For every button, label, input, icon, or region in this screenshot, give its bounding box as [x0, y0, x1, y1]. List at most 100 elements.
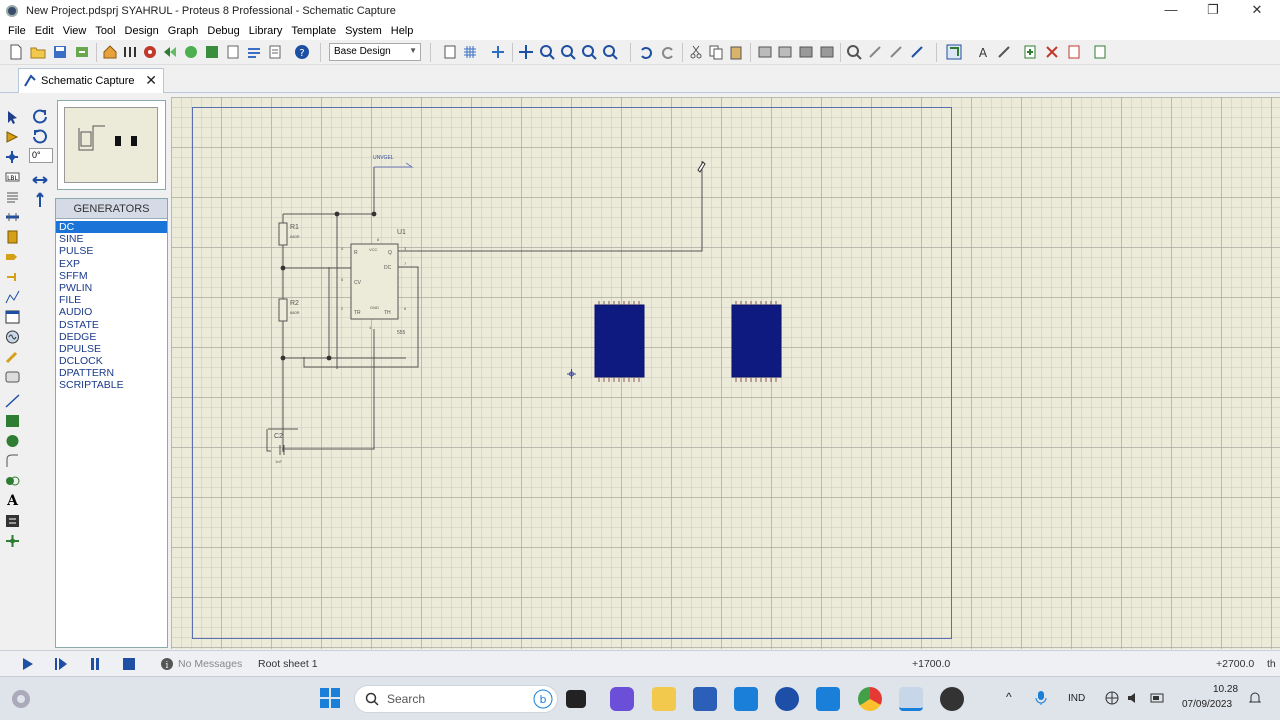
rotate-anticlockwise-icon[interactable]	[32, 128, 48, 144]
schematic-canvas[interactable]: UNVGEL R1 680R R2 680R U1 R VCC Q DC CV …	[171, 97, 1280, 649]
buses-icon[interactable]	[5, 210, 20, 224]
notes-icon[interactable]	[267, 44, 283, 60]
step-icon[interactable]	[54, 657, 68, 671]
chevron-up-icon[interactable]: ^	[1006, 690, 1012, 704]
list-item[interactable]: PWLIN	[56, 282, 167, 294]
widgets-icon[interactable]	[10, 688, 32, 710]
packaging-tool-icon[interactable]	[888, 44, 904, 60]
new-sheet-icon[interactable]	[1022, 44, 1038, 60]
list-item[interactable]: SINE	[56, 233, 167, 245]
generator-mode-icon[interactable]	[5, 330, 20, 344]
device-pins-icon[interactable]	[5, 270, 20, 284]
component-mode-icon[interactable]	[5, 130, 20, 144]
mirror-horizontal-icon[interactable]	[32, 172, 48, 188]
origin-icon[interactable]	[490, 44, 506, 60]
menu-help[interactable]: Help	[391, 25, 414, 37]
search-tag-icon[interactable]: A	[975, 44, 991, 60]
menu-view[interactable]: View	[63, 25, 87, 37]
menu-system[interactable]: System	[345, 25, 382, 37]
save-icon[interactable]	[52, 44, 68, 60]
clock-date[interactable]: 07/09/2023	[1182, 699, 1232, 710]
instruments-icon[interactable]	[5, 370, 20, 384]
junction-dot-icon[interactable]	[5, 150, 20, 164]
start-windows-icon[interactable]	[319, 687, 341, 709]
line-tool-icon[interactable]	[5, 394, 20, 408]
menu-design[interactable]: Design	[125, 25, 159, 37]
new-file-icon[interactable]	[8, 44, 24, 60]
stop-icon[interactable]	[122, 657, 136, 671]
source-code-icon[interactable]	[246, 44, 262, 60]
list-item[interactable]: FILE	[56, 294, 167, 306]
decompose-icon[interactable]	[909, 44, 925, 60]
3d-view-icon[interactable]	[183, 44, 199, 60]
list-item[interactable]: AUDIO	[56, 306, 167, 318]
redo-icon[interactable]	[660, 44, 676, 60]
ic-555-u1[interactable]: U1 R VCC Q DC CV GND TR TH 4 8 3 7 5 1 2…	[341, 229, 407, 336]
arc-tool-icon[interactable]	[5, 454, 20, 468]
play-icon[interactable]	[20, 657, 34, 671]
help-icon[interactable]: ?	[294, 44, 310, 60]
menu-debug[interactable]: Debug	[207, 25, 239, 37]
zoom-in-icon[interactable]	[539, 44, 555, 60]
text-tool-icon[interactable]: A	[5, 492, 20, 506]
bom-icon[interactable]	[204, 44, 220, 60]
store-icon[interactable]	[816, 687, 840, 711]
gerber-icon[interactable]	[162, 44, 178, 60]
list-item[interactable]: SFFM	[56, 270, 167, 282]
file-explorer-icon[interactable]	[652, 687, 676, 711]
menu-template[interactable]: Template	[291, 25, 336, 37]
minimize-button[interactable]: —	[1150, 0, 1192, 21]
zoom-all-icon[interactable]	[581, 44, 597, 60]
zoom-out-icon[interactable]	[560, 44, 576, 60]
undo-icon[interactable]	[638, 44, 654, 60]
resistor-r2[interactable]	[278, 298, 288, 322]
menu-edit[interactable]: Edit	[35, 25, 54, 37]
overview-window[interactable]	[57, 100, 166, 190]
exit-parent-icon[interactable]	[1066, 44, 1082, 60]
close-tab-icon[interactable]: ✕	[145, 72, 157, 89]
text-script-icon[interactable]	[5, 190, 20, 204]
proteus-taskbar-icon[interactable]	[899, 687, 923, 711]
block-rotate-icon[interactable]	[798, 44, 814, 60]
language-indicator[interactable]: IND	[1068, 693, 1085, 704]
menu-library[interactable]: Library	[249, 25, 283, 37]
notification-icon[interactable]	[1248, 691, 1262, 705]
network-icon[interactable]	[1105, 691, 1119, 705]
box-tool-icon[interactable]	[5, 414, 20, 428]
path-tool-icon[interactable]	[5, 474, 20, 488]
property-assign-icon[interactable]	[996, 44, 1012, 60]
list-item[interactable]: DC	[56, 221, 167, 234]
resistor-r1[interactable]	[278, 222, 288, 246]
list-item[interactable]: DEDGE	[56, 331, 167, 343]
wire-autorouter-icon[interactable]	[946, 44, 962, 60]
mirror-vertical-icon[interactable]	[32, 192, 48, 208]
pcb-layout-icon[interactable]	[142, 44, 158, 60]
cut-icon[interactable]	[688, 44, 704, 60]
design-variant-select[interactable]: Base Design ▼	[329, 43, 421, 61]
graph-mode-icon[interactable]	[5, 290, 20, 304]
pick-device-icon[interactable]	[846, 44, 862, 60]
list-item[interactable]: SCRIPTABLE	[56, 379, 167, 391]
zoom-app-icon[interactable]	[775, 687, 799, 711]
rotate-clockwise-icon[interactable]	[32, 108, 48, 124]
teams-icon[interactable]	[610, 687, 634, 711]
chrome-icon[interactable]	[858, 687, 882, 711]
block-delete-icon[interactable]	[819, 44, 835, 60]
menu-tool[interactable]: Tool	[95, 25, 115, 37]
pause-icon[interactable]	[88, 657, 102, 671]
messages-status[interactable]: No Messages	[178, 658, 242, 670]
volume-icon[interactable]	[1127, 691, 1141, 705]
schematic-icon[interactable]	[122, 44, 138, 60]
block-copy-icon[interactable]	[757, 44, 773, 60]
selection-mode-icon[interactable]	[5, 110, 20, 124]
wire-label-icon[interactable]: LBL	[5, 170, 20, 184]
recorder-icon[interactable]	[940, 687, 964, 711]
copy-icon[interactable]	[708, 44, 724, 60]
menu-graph[interactable]: Graph	[168, 25, 199, 37]
tab-schematic-capture[interactable]: Schematic Capture ✕	[18, 68, 164, 93]
paste-icon[interactable]	[728, 44, 744, 60]
taskbar-search[interactable]: Search b	[354, 685, 558, 713]
clock-time[interactable]: 10.28	[1213, 684, 1238, 695]
restore-button[interactable]: ❐	[1192, 0, 1234, 21]
probe-mode-icon[interactable]	[5, 350, 20, 364]
